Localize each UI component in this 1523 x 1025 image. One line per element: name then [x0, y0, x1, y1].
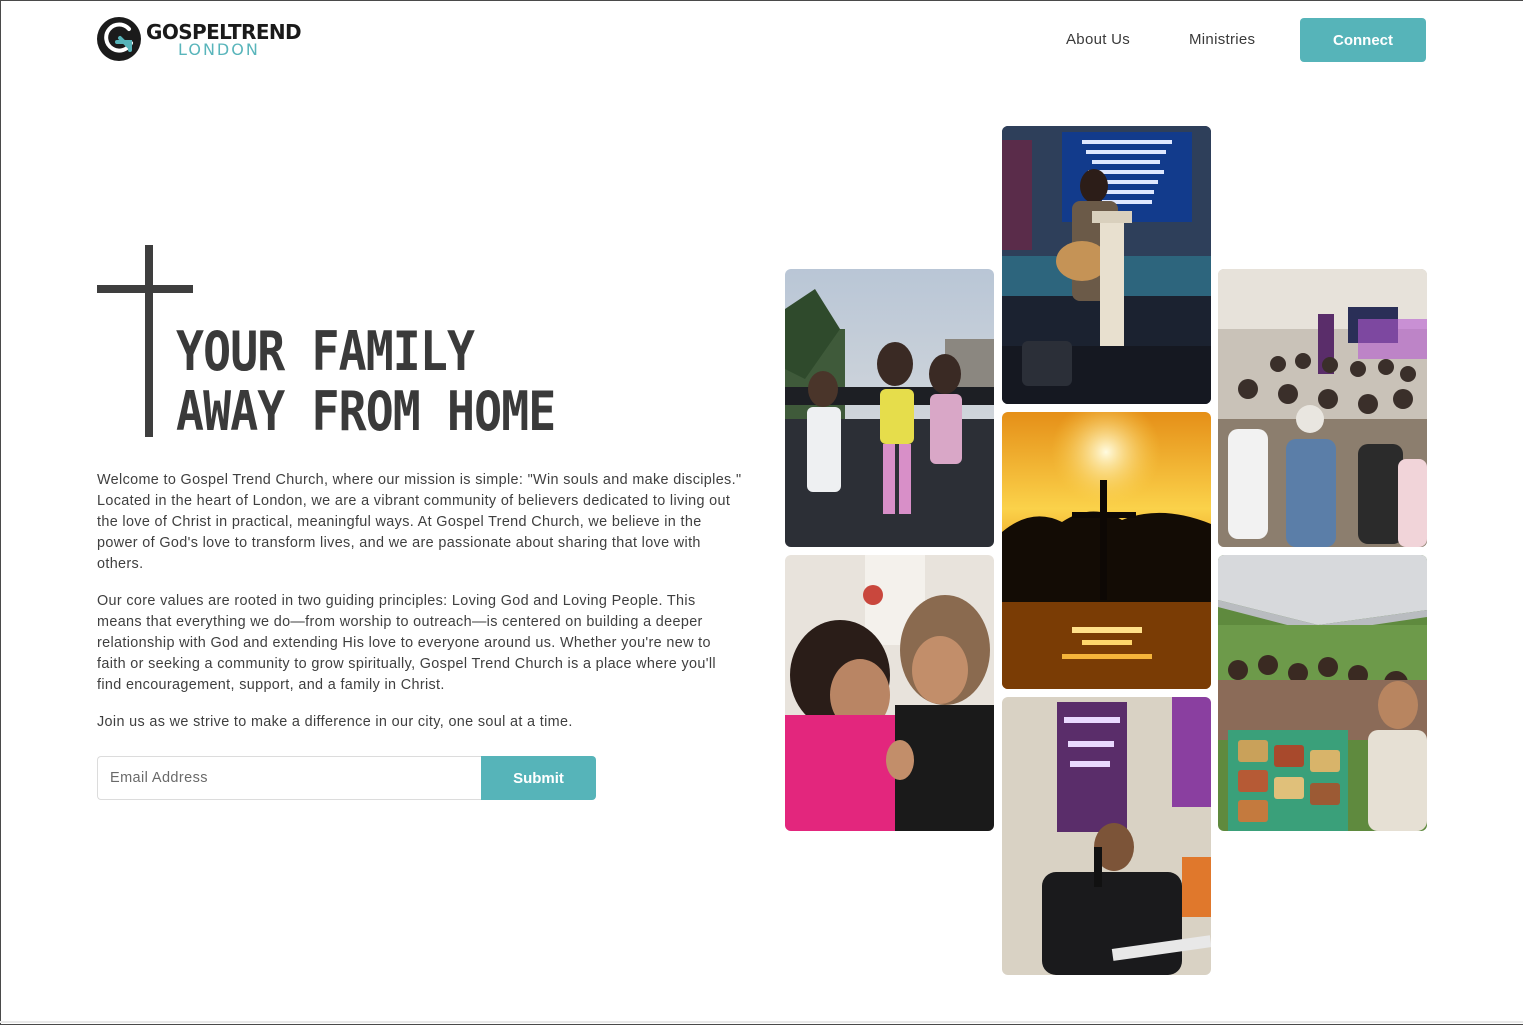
- brand-city: LONDON: [178, 40, 260, 59]
- hero-title-line-2: AWAY FROM HOME: [176, 380, 556, 443]
- connect-button[interactable]: Connect: [1300, 18, 1426, 62]
- brand-logo[interactable]: GOSPELTREND LONDON: [96, 16, 316, 64]
- hero-title: YOUR FAMILY AWAY FROM HOME: [176, 322, 658, 442]
- submit-button[interactable]: Submit: [481, 756, 596, 800]
- photo-congregation: [1218, 269, 1427, 547]
- values-paragraph: Our core values are rooted in two guidin…: [97, 593, 716, 693]
- photo-picnic: [1218, 555, 1427, 831]
- nav-ministries[interactable]: Ministries: [1189, 31, 1255, 48]
- photo-kids-playing: [785, 269, 994, 547]
- photo-preacher: [1002, 697, 1211, 975]
- cross-horizontal-bar: [97, 285, 193, 293]
- photo-worship-leader: [1002, 126, 1211, 404]
- email-input[interactable]: [97, 756, 483, 800]
- cross-vertical-bar: [145, 245, 153, 437]
- photo-women-praying: [785, 555, 994, 831]
- nav-about-us[interactable]: About Us: [1066, 31, 1130, 48]
- photo-sunset-cross: [1002, 412, 1211, 689]
- join-paragraph: Join us as we strive to make a differenc…: [97, 714, 573, 730]
- logo-icon: [97, 17, 141, 61]
- footer-divider: [0, 1021, 1523, 1023]
- hero-title-line-1: YOUR FAMILY: [176, 320, 475, 383]
- intro-paragraph: Welcome to Gospel Trend Church, where ou…: [97, 472, 742, 572]
